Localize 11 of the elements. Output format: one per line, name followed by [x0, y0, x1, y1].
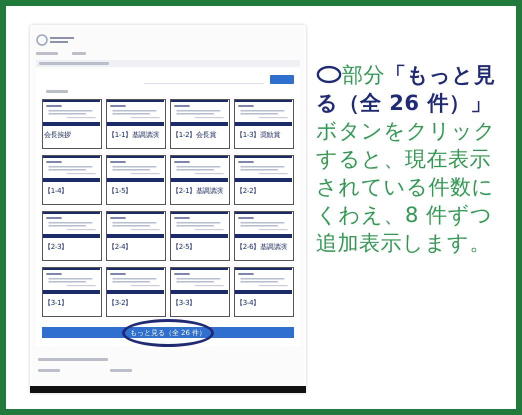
- nav-link[interactable]: [72, 52, 86, 55]
- footer-link[interactable]: [38, 369, 60, 372]
- nav-link[interactable]: [36, 52, 58, 55]
- callout-text: 部分「もっと見る（全 26 件）」 ボタンをクリックすると、現在表示されている件数にくわえ、8 件ずつ追加表示します。: [316, 62, 497, 257]
- search-button[interactable]: [270, 75, 294, 84]
- logo-icon: [36, 33, 76, 47]
- breadcrumb: [39, 62, 109, 65]
- filter-text: [46, 90, 68, 93]
- ellipse-icon: [316, 65, 342, 84]
- footer-title: [38, 358, 108, 361]
- footer-link[interactable]: [110, 369, 132, 372]
